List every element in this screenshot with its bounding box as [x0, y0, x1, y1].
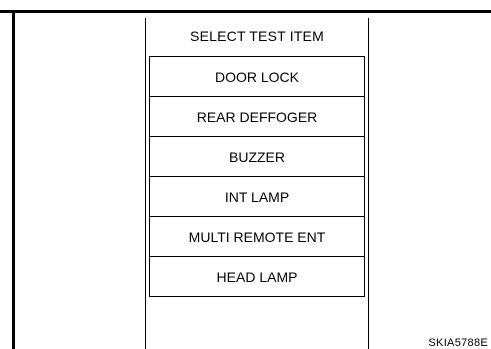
page-border-left [12, 10, 15, 349]
test-item-list: DOOR LOCK REAR DEFFOGER BUZZER INT LAMP … [149, 56, 365, 297]
screen-title: SELECT TEST ITEM [190, 28, 324, 44]
test-item-screen: SELECT TEST ITEM DOOR LOCK REAR DEFFOGER… [145, 18, 369, 349]
test-item-rear-defogger[interactable]: REAR DEFFOGER [149, 96, 365, 137]
test-item-door-lock[interactable]: DOOR LOCK [149, 56, 365, 97]
test-item-buzzer[interactable]: BUZZER [149, 136, 365, 177]
figure-id: SKIA5788E [428, 337, 488, 349]
test-item-multi-remote-ent[interactable]: MULTI REMOTE ENT [149, 216, 365, 257]
page-border-top [0, 10, 491, 13]
test-item-head-lamp[interactable]: HEAD LAMP [149, 256, 365, 297]
test-item-int-lamp[interactable]: INT LAMP [149, 176, 365, 217]
